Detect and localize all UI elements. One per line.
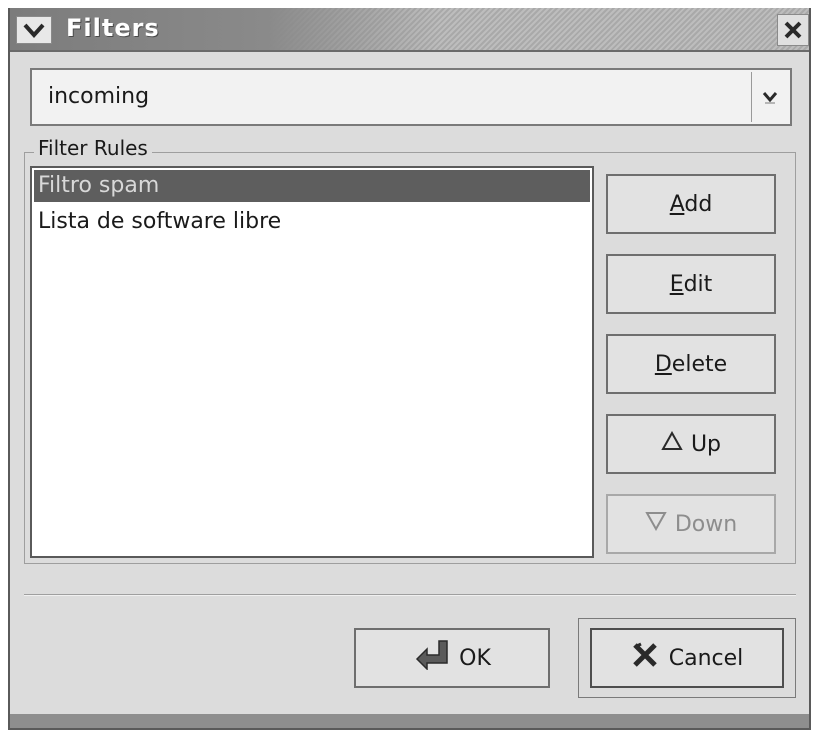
filter-rules-label: Filter Rules (34, 136, 152, 160)
window-bottom-border (10, 714, 809, 728)
cancel-button[interactable]: Cancel (590, 628, 784, 688)
list-item[interactable]: Filtro spam (34, 170, 590, 202)
down-button[interactable]: Down (606, 494, 776, 554)
chevron-down-icon[interactable] (16, 16, 52, 44)
ok-button[interactable]: OK (354, 628, 550, 688)
triangle-up-icon (661, 430, 683, 457)
list-item[interactable]: Lista de software libre (34, 206, 590, 238)
mailbox-select[interactable]: incoming (30, 68, 792, 126)
add-button[interactable]: Add (606, 174, 776, 234)
filter-rules-list[interactable]: Filtro spam Lista de software libre (30, 166, 594, 558)
ok-arrow-icon (413, 640, 453, 676)
close-icon[interactable] (777, 14, 809, 46)
title-bar[interactable]: Filters (10, 8, 809, 52)
mailbox-select-value: incoming (48, 84, 150, 109)
window-title: Filters (66, 14, 160, 42)
delete-button[interactable]: Delete (606, 334, 776, 394)
chevron-down-icon[interactable] (751, 72, 788, 122)
edit-button[interactable]: Edit (606, 254, 776, 314)
up-button[interactable]: Up (606, 414, 776, 474)
triangle-down-icon (645, 511, 667, 537)
separator (24, 594, 796, 596)
filters-dialog: Filters incoming Filter Rules Filtro spa… (8, 8, 811, 730)
cancel-x-icon (631, 642, 659, 674)
